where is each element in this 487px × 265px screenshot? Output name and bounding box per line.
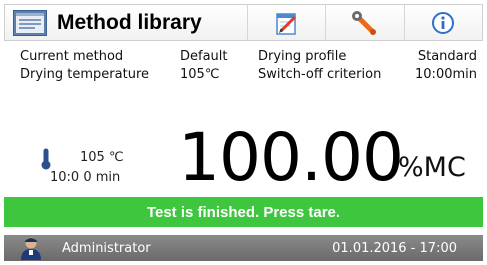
info-icon <box>432 11 455 34</box>
date-time: 01.01.2016 - 17:00 <box>332 240 457 256</box>
edit-button[interactable] <box>248 5 327 40</box>
status-message: Test is finished. Press tare. <box>146 203 341 221</box>
user-icon[interactable] <box>20 236 42 260</box>
edit-icon <box>275 12 296 35</box>
drying-profile-label: Drying profile <box>258 49 347 64</box>
method-library-icon <box>13 9 47 36</box>
method-info: Current method Default Drying profile St… <box>20 48 477 84</box>
result-value: 100.00 <box>178 119 404 196</box>
footer-bar: Administrator 01.01.2016 - 17:00 <box>4 235 483 261</box>
current-user[interactable]: Administrator <box>62 241 332 256</box>
toolbar: Method library <box>4 4 483 41</box>
method-info-row: Current method Default Drying profile St… <box>20 48 477 66</box>
elapsed-time: 10:0 0 min <box>50 170 121 185</box>
current-method-value: Default <box>180 49 228 64</box>
result-unit: %MC <box>398 152 466 183</box>
current-temperature: 105 ℃ <box>80 150 124 165</box>
drying-profile-value: Standard <box>417 49 477 64</box>
status-bar: Test is finished. Press tare. <box>4 197 483 227</box>
info-button[interactable] <box>405 5 482 40</box>
switch-off-criterion-value: 10:00min <box>415 67 477 82</box>
method-info-row: Drying temperature 105℃ Switch-off crite… <box>20 66 477 84</box>
toolbar-title: Method library <box>57 10 202 34</box>
drying-temperature-label: Drying temperature <box>20 67 149 82</box>
drying-temperature-value: 105℃ <box>180 67 220 82</box>
method-library-header[interactable]: Method library <box>5 5 248 40</box>
switch-off-criterion-label: Switch-off criterion <box>258 67 382 82</box>
current-method-label: Current method <box>20 49 124 64</box>
thermometer-icon <box>41 148 51 170</box>
settings-button[interactable] <box>326 5 405 40</box>
wrench-icon <box>351 10 376 35</box>
